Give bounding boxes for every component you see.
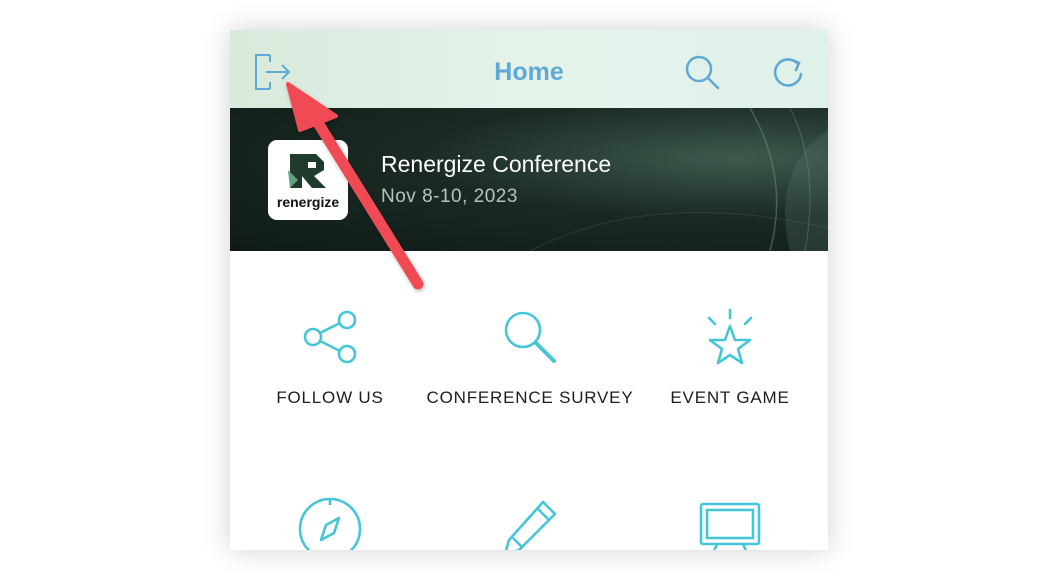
search-icon[interactable] [682,52,722,92]
pencil-icon [504,500,557,550]
share-icon [303,310,357,364]
app-screen: Home renergize Renergize Conference Nov … [230,30,828,550]
conference-name: Renergize Conference [381,151,612,177]
conference-date: Nov 8-10, 2023 [381,186,518,207]
top-bar: Home [230,30,828,108]
menu-item-compass[interactable] [260,496,400,550]
magnifier-icon [504,311,556,363]
menu-item-label: CONFERENCE SURVEY [426,388,634,407]
menu-item-presentation[interactable] [660,500,800,550]
conference-banner[interactable]: renergize Renergize Conference Nov 8-10,… [230,108,828,251]
compass-icon [298,497,362,550]
conference-logo: renergize [268,140,348,220]
refresh-icon[interactable] [768,52,808,92]
page-title: Home [494,58,564,86]
menu-item-label: FOLLOW US [276,388,384,407]
menu-item-conference-survey[interactable]: CONFERENCE SURVEY [425,308,635,408]
menu-item-label: EVENT GAME [670,388,790,407]
menu-item-event-game[interactable]: EVENT GAME [660,308,800,408]
menu-item-follow-us[interactable]: FOLLOW US [260,308,400,408]
presentation-board-icon [699,502,761,550]
menu-item-notes[interactable] [465,496,595,550]
logo-text: renergize [276,194,340,210]
star-icon [707,308,753,365]
